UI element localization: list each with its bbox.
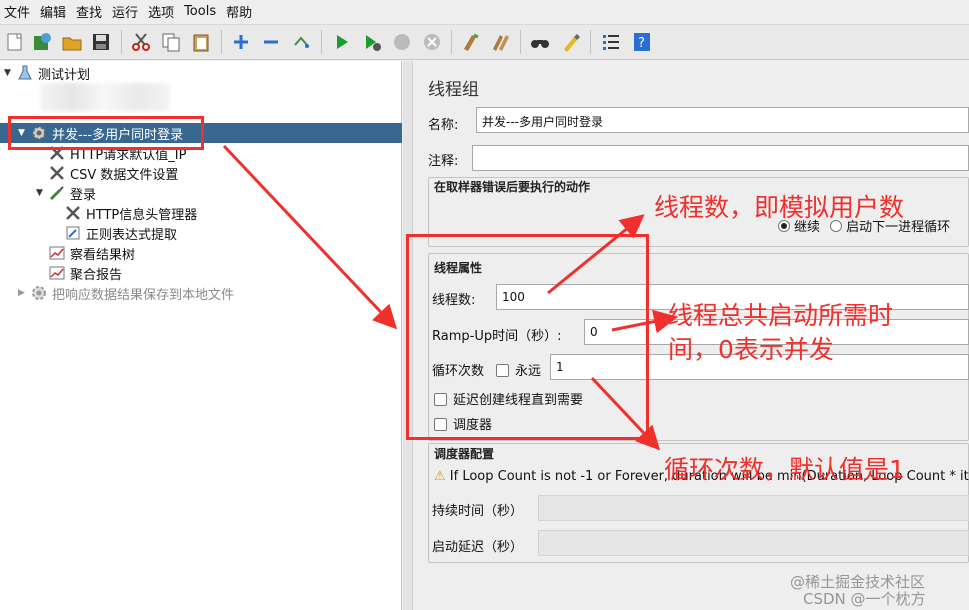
warning-icon: ⚠ [434,469,446,484]
start-icon[interactable] [331,31,353,53]
start-no-pause-icon[interactable] [361,31,383,53]
scheduler-config-title: 调度器配置 [434,447,495,461]
menu-edit[interactable]: 编辑 [40,2,66,21]
annotation-box-thread-group [8,116,204,150]
clear-all-icon[interactable] [490,31,512,53]
tree-label-results-tree: 察看结果树 [70,247,136,263]
duration-label: 持续时间（秒） [432,504,524,519]
comment-field[interactable] [472,145,969,171]
toggle-icon[interactable] [290,31,312,53]
search-icon[interactable] [529,31,551,53]
tree-node-regex[interactable]: 正则表达式提取 [64,223,177,243]
menu-help[interactable]: 帮助 [226,2,252,21]
tree-label-save-responses: 把响应数据结果保存到本地文件 [52,287,235,303]
startup-delay-label: 启动延迟（秒） [432,540,524,555]
shutdown-icon[interactable] [421,31,443,53]
templates-icon[interactable] [31,31,53,53]
startup-delay-field[interactable] [538,530,969,556]
tree-label-csv: CSV 数据文件设置 [70,167,179,183]
flask-icon [16,64,34,82]
save-icon[interactable] [90,31,112,53]
tree-node-csv[interactable]: CSV 数据文件设置 [48,163,178,183]
menu-search[interactable]: 查找 [76,2,102,21]
menu-options[interactable]: 选项 [148,2,174,21]
annotation-box-thread-properties [406,234,649,440]
chart-icon [48,264,66,282]
tree-node-save-responses[interactable]: ▶ 把响应数据结果保存到本地文件 [18,283,234,303]
copy-icon[interactable] [160,31,182,53]
watermark-line2: CSDN @一个枕方 [803,590,926,608]
expand-arrow-icon[interactable]: ▶ [18,288,30,298]
tree-label-aggregate: 聚合报告 [70,267,123,283]
menu-file[interactable]: 文件 [4,2,30,21]
svg-text:?: ? [638,36,645,51]
tree-node-results-tree[interactable]: 察看结果树 [48,243,135,263]
wrench-icon [64,204,82,222]
menu-tools[interactable]: Tools [184,4,216,19]
reset-search-icon[interactable] [560,31,582,53]
open-icon[interactable] [61,31,83,53]
tree-node-test-plan[interactable]: ▼ 测试计划 [4,63,90,83]
tree-node-aggregate[interactable]: 聚合报告 [48,263,122,283]
panel-title: 线程组 [428,80,479,100]
pipette-icon [48,184,66,202]
wrench-icon [48,164,66,182]
cut-icon[interactable] [130,31,152,53]
annotation-threads: 线程数，即模拟用户数 [654,193,905,222]
menu-run[interactable]: 运行 [112,2,138,21]
paste-icon[interactable] [190,31,212,53]
blurred-area [40,83,170,111]
tree-label-header-manager: HTTP信息头管理器 [86,207,198,223]
clear-icon[interactable] [460,31,482,53]
comment-label: 注释: [428,154,459,169]
extractor-icon [64,224,82,242]
tree-node-header-manager[interactable]: HTTP信息头管理器 [64,203,197,223]
help-icon[interactable]: ? [631,31,653,53]
annotation-loop: 循环次数，默认值是1 [664,455,905,484]
tree-label-login: 登录 [70,187,97,203]
collapse-arrow-icon[interactable]: ▼ [36,188,48,198]
name-field[interactable]: 并发---多用户同时登录 [476,107,969,133]
collapse-arrow-icon[interactable]: ▼ [4,68,16,78]
gear-icon [30,284,48,302]
duration-field[interactable] [538,495,969,521]
function-helper-icon[interactable] [600,31,622,53]
annotation-rampup-line1: 线程总共启动所需时 [668,301,894,330]
expand-icon[interactable] [230,31,252,53]
chart-icon [48,244,66,262]
collapse-icon[interactable] [260,31,282,53]
toolbar: ? [0,24,969,60]
annotation-rampup-line2: 间，0表示并发 [668,335,834,364]
menu-bar: 文件 编辑 查找 运行 选项 Tools 帮助 [0,0,969,22]
name-label: 名称: [428,118,459,133]
error-action-title: 在取样器错误后要执行的动作 [434,180,591,194]
new-icon[interactable] [4,31,26,53]
tree-label-test-plan: 测试计划 [38,67,91,83]
tree-label-regex: 正则表达式提取 [86,227,178,243]
tree-node-login[interactable]: ▼ 登录 [36,183,96,203]
stop-icon[interactable] [391,31,413,53]
